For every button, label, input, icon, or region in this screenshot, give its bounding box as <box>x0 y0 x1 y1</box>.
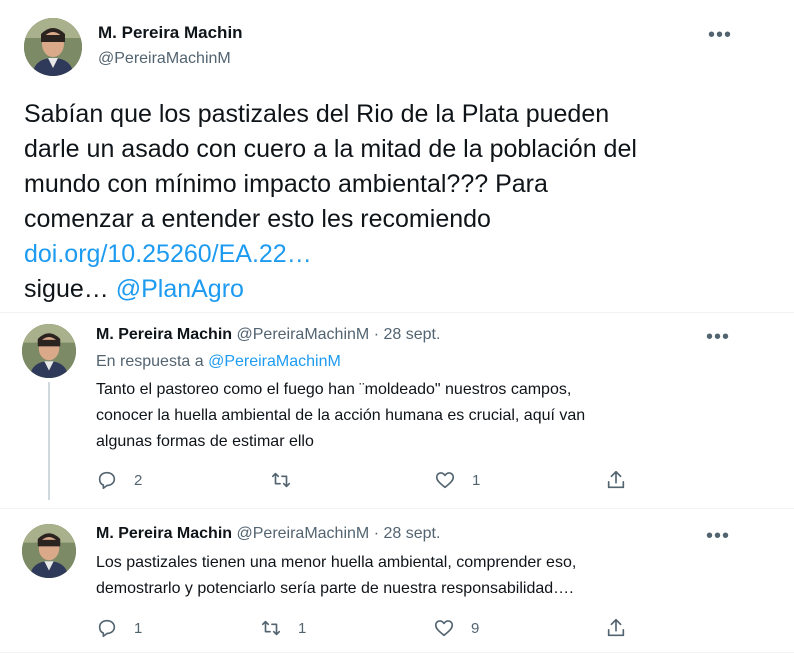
continue-text: sigue… <box>24 275 116 303</box>
retweet-icon <box>271 472 291 488</box>
divider <box>0 652 794 653</box>
share-button[interactable] <box>605 617 643 639</box>
divider <box>0 312 794 313</box>
reply-text-line: algunas formas de estimar ello <box>96 433 314 450</box>
mention-link[interactable]: @PlanAgro <box>116 275 244 303</box>
author-name[interactable]: M. Pereira Machin <box>96 326 232 343</box>
author-name[interactable]: M. Pereira Machin <box>96 525 232 542</box>
tweet-text-line: darle un asado con cuero a la mitad de l… <box>24 135 637 163</box>
reply-count: 1 <box>134 619 143 637</box>
reply-count: 2 <box>134 471 143 489</box>
tweet-date[interactable]: · 28 sept. <box>374 326 441 343</box>
author-handle[interactable]: @PereiraMachinM <box>237 326 370 343</box>
reply-icon <box>98 619 116 638</box>
tweet-text: Sabían que los pastizales del Rio de la … <box>24 97 784 307</box>
tweet-date[interactable]: · 28 sept. <box>374 525 441 542</box>
retweet-button[interactable]: 1 <box>260 617 306 639</box>
share-button[interactable] <box>605 469 643 491</box>
retweet-button[interactable] <box>270 469 308 491</box>
avatar-photo <box>22 324 76 378</box>
retweet-icon <box>261 620 281 636</box>
avatar[interactable] <box>24 18 82 76</box>
tweet-link[interactable]: doi.org/10.25260/EA.22… <box>24 240 312 268</box>
avatar[interactable] <box>22 524 76 578</box>
share-icon <box>607 618 625 637</box>
tweet-text-line: Sabían que los pastizales del Rio de la … <box>24 100 610 128</box>
like-count: 1 <box>472 471 481 489</box>
avatar-photo <box>22 524 76 578</box>
reply-header: M. Pereira Machin @PereiraMachinM · 28 s… <box>96 326 440 344</box>
reply-text-line: conocer la huella ambiental de la acción… <box>96 407 586 424</box>
share-icon <box>607 470 625 489</box>
reply-text: Tanto el pastoreo como el fuego han ¨mol… <box>96 377 585 455</box>
author-handle[interactable]: @PereiraMachinM <box>237 525 370 542</box>
reply-icon <box>98 471 116 490</box>
avatar-photo <box>24 18 82 76</box>
reply-button[interactable]: 1 <box>96 617 142 639</box>
tweet-text-line: comenzar a entender esto les recomiendo <box>24 205 491 233</box>
retweet-count: 1 <box>298 619 307 637</box>
reply-button[interactable]: 2 <box>96 469 142 491</box>
reply-to-handle[interactable]: @PereiraMachinM <box>208 353 341 370</box>
tweet-text-line: mundo con mínimo impacto ambiental??? Pa… <box>24 170 548 198</box>
more-options-icon[interactable]: ••• <box>706 526 730 546</box>
reply-text-line: demostrarlo y potenciarlo sería parte de… <box>96 580 574 597</box>
heart-icon <box>434 620 454 637</box>
reply-text-line: Los pastizales tienen una menor huella a… <box>96 554 577 571</box>
reply-to-label: En respuesta a <box>96 353 209 370</box>
author-name[interactable]: M. Pereira Machin <box>98 23 243 43</box>
heart-icon <box>435 472 455 489</box>
more-options-icon[interactable]: ••• <box>708 25 732 45</box>
reply-header: M. Pereira Machin @PereiraMachinM · 28 s… <box>96 525 440 543</box>
author-handle[interactable]: @PereiraMachinM <box>98 50 231 68</box>
like-button[interactable]: 9 <box>433 617 479 639</box>
like-button[interactable]: 1 <box>434 469 480 491</box>
avatar[interactable] <box>22 324 76 378</box>
like-count: 9 <box>471 619 480 637</box>
reply-to-line: En respuesta a @PereiraMachinM <box>96 353 341 371</box>
reply-text: Los pastizales tienen una menor huella a… <box>96 550 576 602</box>
divider <box>0 508 794 509</box>
thread-line <box>48 382 50 500</box>
more-options-icon[interactable]: ••• <box>706 327 730 347</box>
reply-text-line: Tanto el pastoreo como el fuego han ¨mol… <box>96 381 572 398</box>
